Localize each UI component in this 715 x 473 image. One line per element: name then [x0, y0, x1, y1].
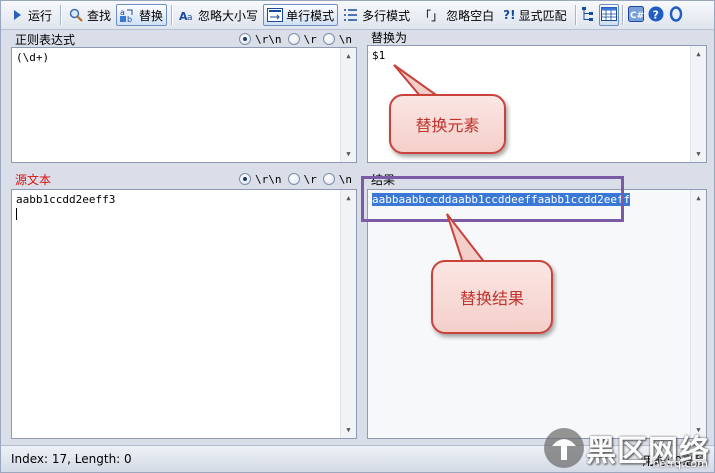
status-index-length: Index: 17, Length: 0: [11, 452, 132, 466]
svg-text:b: b: [127, 15, 132, 23]
toolbar-separator: [171, 5, 173, 25]
source-option-cr[interactable]: \r: [287, 172, 317, 186]
run-label: 运行: [28, 8, 53, 23]
search-icon: [68, 7, 84, 23]
ignore-space-glyph: 「」: [419, 8, 444, 23]
regex-value: (\d+): [16, 51, 50, 64]
regex-option-cr[interactable]: \r: [287, 32, 317, 46]
multi-line-icon: [343, 7, 359, 23]
single-line-icon: [267, 7, 284, 23]
help-button[interactable]: ?: [646, 4, 666, 26]
regex-panel-title: 正则表达式: [15, 32, 76, 47]
ignore-case-label: 忽略大小写: [198, 8, 259, 23]
callout-replace-result: 替换结果: [431, 260, 553, 334]
radio-selected[interactable]: [239, 33, 251, 45]
app-window: 运行 查找 ab 替换 Aa 忽略大小写 单行模式 多行模式 「」 忽略空白 ?…: [0, 0, 715, 473]
svg-text:C#: C#: [630, 11, 644, 21]
ring-icon: [669, 5, 683, 25]
callout-replace-element-text: 替换元素: [415, 116, 480, 135]
scroll-up-icon[interactable]: ▲: [341, 190, 356, 206]
regex-option-lf[interactable]: \n: [322, 32, 352, 46]
regex-input[interactable]: (\d+) ▲ ▼: [11, 47, 357, 163]
option-label: \r\n: [255, 172, 282, 186]
source-input[interactable]: aabb1ccdd2eeff3 ▲ ▼: [11, 189, 357, 439]
source-panel-header: 源文本 \r\n \r \n: [11, 170, 356, 188]
multi-line-button[interactable]: 多行模式: [339, 4, 414, 26]
source-scrollbar[interactable]: ▲ ▼: [340, 190, 356, 438]
radio[interactable]: [322, 173, 335, 185]
scroll-down-icon[interactable]: ▼: [691, 146, 706, 162]
regex-newline-options: \r\n \r \n: [233, 30, 352, 48]
watermark-mushroom-icon: [544, 428, 584, 468]
option-label: \r\n: [255, 32, 282, 46]
toolbar-separator: [60, 5, 62, 25]
ignore-space-label: 忽略空白: [446, 8, 495, 23]
source-panel-title: 源文本: [15, 172, 52, 187]
regex-option-crlf[interactable]: \r\n: [239, 33, 282, 46]
replace-icon: ab: [120, 7, 136, 23]
scroll-up-icon[interactable]: ▲: [691, 46, 706, 62]
toolbar-separator: [621, 5, 623, 25]
radio-selected[interactable]: [239, 173, 251, 185]
csharp-code-button[interactable]: C#: [626, 4, 646, 26]
replace-label: 替换: [139, 8, 164, 23]
regex-panel-header: 正则表达式 \r\n \r \n: [11, 30, 356, 48]
option-label: \r: [303, 172, 317, 186]
csharp-icon: C#: [627, 5, 644, 25]
option-label: \n: [338, 32, 352, 46]
source-option-crlf[interactable]: \r\n: [239, 173, 282, 186]
source-value: aabb1ccdd2eeff3: [16, 193, 116, 206]
scroll-down-icon[interactable]: ▼: [341, 146, 356, 162]
result-highlight-box: [361, 176, 624, 222]
scroll-up-icon[interactable]: ▲: [341, 48, 356, 64]
case-icon: Aa: [179, 7, 195, 23]
radio[interactable]: [322, 33, 335, 45]
tree-view-button[interactable]: [579, 4, 599, 26]
tree-icon: [581, 6, 597, 25]
replace-button[interactable]: ab 替换: [116, 4, 168, 26]
text-caret: [16, 208, 17, 220]
table-view-button[interactable]: [598, 4, 619, 26]
help-icon: ?: [648, 6, 664, 25]
explicit-glyph: ?!: [503, 8, 516, 22]
regex-scrollbar[interactable]: ▲ ▼: [340, 48, 356, 162]
source-option-lf[interactable]: \n: [322, 172, 352, 186]
about-button[interactable]: [666, 4, 686, 26]
run-button[interactable]: 运行: [5, 4, 56, 26]
result-scrollbar[interactable]: ▲ ▼: [690, 190, 706, 438]
svg-text:?: ?: [652, 8, 658, 21]
svg-text:a: a: [120, 8, 125, 17]
option-label: \r: [303, 32, 317, 46]
table-icon: [600, 6, 617, 24]
explicit-label: 显式匹配: [518, 8, 567, 23]
radio[interactable]: [287, 173, 300, 185]
replace-panel-title: 替换为: [371, 30, 408, 45]
replace-panel-header: 替换为: [367, 28, 707, 46]
play-icon: [9, 7, 25, 23]
find-label: 查找: [87, 8, 112, 23]
watermark-subtext: he.rq.com: [652, 457, 708, 470]
callout-replace-element: 替换元素: [389, 94, 506, 154]
source-newline-options: \r\n \r \n: [233, 170, 352, 188]
replace-scrollbar[interactable]: ▲ ▼: [690, 46, 706, 162]
explicit-capture-button[interactable]: ?! 显式匹配: [499, 4, 570, 26]
callout-replace-result-text: 替换结果: [459, 289, 524, 308]
scroll-down-icon[interactable]: ▼: [341, 422, 356, 438]
ignore-case-button[interactable]: Aa 忽略大小写: [175, 4, 262, 26]
single-line-label: 单行模式: [286, 8, 335, 23]
scroll-up-icon[interactable]: ▲: [691, 190, 706, 206]
toolbar: 运行 查找 ab 替换 Aa 忽略大小写 单行模式 多行模式 「」 忽略空白 ?…: [1, 1, 714, 30]
radio[interactable]: [287, 33, 300, 45]
option-label: \n: [338, 172, 352, 186]
toolbar-separator: [574, 5, 576, 25]
multi-line-label: 多行模式: [362, 8, 411, 23]
single-line-button[interactable]: 单行模式: [263, 4, 339, 26]
ignore-space-button[interactable]: 「」 忽略空白: [415, 4, 498, 26]
replace-value: $1: [372, 49, 386, 62]
find-button[interactable]: 查找: [64, 4, 115, 26]
svg-text:a: a: [187, 13, 193, 22]
